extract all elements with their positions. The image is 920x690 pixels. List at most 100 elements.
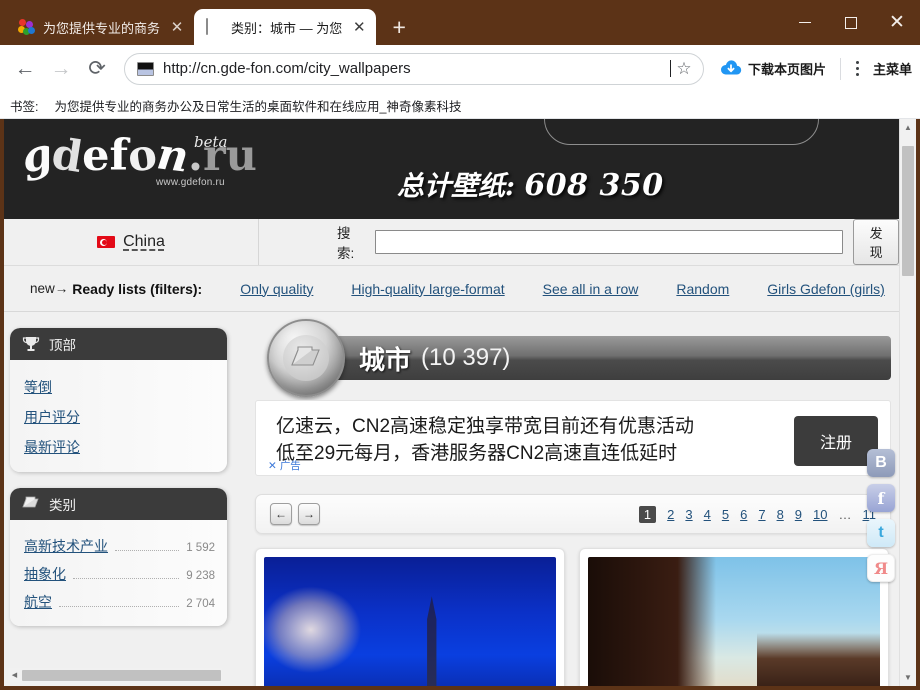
page-link-5[interactable]: 5 xyxy=(722,507,729,522)
folder-orb-icon xyxy=(263,328,349,388)
scroll-down-icon[interactable]: ▼ xyxy=(900,669,916,686)
search-input[interactable] xyxy=(375,230,843,254)
new-tab-button[interactable]: + xyxy=(384,12,414,42)
page-viewport: gdefon.ru beta www.gdefon.ru 总计壁纸: 608 3… xyxy=(0,119,920,690)
ready-lists-label: Ready lists (filters): xyxy=(72,281,202,297)
ad-tag-text: 广告 xyxy=(280,458,301,473)
page-ellipsis: … xyxy=(839,507,852,522)
category-title-bar: 城市 (10 397) xyxy=(255,328,891,388)
bookmark-item[interactable]: 为您提供专业的商务办公及日常生活的桌面软件和在线应用_神奇像素科技 xyxy=(54,96,461,115)
page-link-2[interactable]: 2 xyxy=(667,507,674,522)
facebook-share-icon[interactable]: f xyxy=(867,484,895,512)
forward-icon[interactable]: → xyxy=(44,52,78,86)
web-page: gdefon.ru beta www.gdefon.ru 总计壁纸: 608 3… xyxy=(4,119,899,686)
wallpaper-thumbnail[interactable] xyxy=(264,557,556,686)
browser-tab-2[interactable]: 类别：城市 — 为您 ✕ xyxy=(194,9,376,45)
logo-letter: e xyxy=(82,135,109,178)
scroll-up-icon[interactable]: ▲ xyxy=(900,119,916,136)
header-notch xyxy=(544,119,819,145)
category-row[interactable]: 高新技术产业 1 592 xyxy=(10,532,227,560)
close-window-button[interactable]: ✕ xyxy=(874,0,920,45)
logo-www-label: www.gdefon.ru xyxy=(156,177,225,188)
wallpaper-thumbnail[interactable] xyxy=(588,557,880,686)
page-link-6[interactable]: 6 xyxy=(740,507,747,522)
page-link-4[interactable]: 4 xyxy=(704,507,711,522)
scrollbar-thumb[interactable] xyxy=(22,670,221,681)
ad-line-2: 低至29元每月，香港服务器CN2高速直连低延时 xyxy=(276,441,780,468)
filter-link-girls[interactable]: Girls Gdefon (girls) xyxy=(767,281,884,297)
thumbnail-card[interactable] xyxy=(579,548,889,686)
scrollbar-thumb[interactable] xyxy=(902,146,914,276)
download-images-button[interactable]: 下载本页图片 xyxy=(712,59,834,78)
page-link-8[interactable]: 8 xyxy=(777,507,784,522)
category-count: 1 592 xyxy=(186,542,215,554)
sidebar-horizontal-scrollbar[interactable]: ◀ xyxy=(8,668,222,682)
total-label: 总计壁纸: xyxy=(397,171,515,202)
back-icon[interactable]: ← xyxy=(8,52,42,86)
prev-page-icon[interactable]: ← xyxy=(270,503,292,525)
top-link-user-score[interactable]: 用户评分 xyxy=(10,402,227,432)
top-link-rating[interactable]: 等倒 xyxy=(10,372,227,402)
ad-text: 亿速云，CN2高速稳定独享带宽目前还有优惠活动 低至29元每月，香港服务器CN2… xyxy=(276,414,780,468)
close-icon[interactable]: ✕ xyxy=(166,16,188,38)
filter-link-high-quality[interactable]: High-quality large-format xyxy=(351,281,504,297)
tab-title: 类别：城市 — 为您 xyxy=(231,18,342,37)
page-link-9[interactable]: 9 xyxy=(795,507,802,522)
logo-letter: n xyxy=(154,133,190,179)
close-icon[interactable]: ✕ xyxy=(348,16,370,38)
filter-link-random[interactable]: Random xyxy=(676,281,729,297)
next-page-icon[interactable]: → xyxy=(298,503,320,525)
chrome-menu-icon[interactable] xyxy=(847,61,869,76)
filter-link-only-quality[interactable]: Only quality xyxy=(240,281,313,297)
ready-lists-row: new→ Ready lists (filters): Only quality… xyxy=(4,266,899,312)
trophy-icon xyxy=(22,336,40,352)
page-link-10[interactable]: 10 xyxy=(813,507,827,522)
download-images-label: 下载本页图片 xyxy=(748,59,826,78)
close-icon[interactable]: ✕ xyxy=(268,460,277,472)
tab-strip: 为您提供专业的商务 ✕ 类别：城市 — 为您 ✕ + ✕ xyxy=(0,0,920,45)
search-submit-button[interactable]: 发现 xyxy=(853,219,899,265)
search-label: 搜索: xyxy=(337,222,367,262)
filter-link-see-all[interactable]: See all in a row xyxy=(543,281,639,297)
category-panel-header: 类别 xyxy=(10,488,227,520)
top-panel: 顶部 等倒 用户评分 最新评论 xyxy=(10,328,227,472)
category-name[interactable]: 航空 xyxy=(24,592,52,612)
category-name[interactable]: 高新技术产业 xyxy=(24,536,108,556)
yandex-share-icon[interactable]: Я xyxy=(867,554,895,582)
vk-share-icon[interactable]: B xyxy=(867,449,895,477)
main-menu-label[interactable]: 主菜单 xyxy=(869,59,912,78)
minimize-button[interactable] xyxy=(782,0,828,45)
ad-register-button[interactable]: 注册 xyxy=(794,416,878,466)
page-link-1[interactable]: 1 xyxy=(639,506,656,523)
tab-title: 为您提供专业的商务 xyxy=(43,18,160,37)
country-selector[interactable]: China xyxy=(4,219,259,265)
window-controls: ✕ xyxy=(782,0,920,45)
thumbnail-card[interactable] xyxy=(255,548,565,686)
page-content: 顶部 等倒 用户评分 最新评论 xyxy=(4,312,899,686)
flag-icon xyxy=(97,236,115,248)
page-link-7[interactable]: 7 xyxy=(758,507,765,522)
leader-dots xyxy=(115,550,179,551)
ad-line-1: 亿速云，CN2高速稳定独享带宽目前还有优惠活动 xyxy=(276,414,780,441)
top-panel-title: 顶部 xyxy=(49,334,76,354)
browser-tab-1[interactable]: 为您提供专业的商务 ✕ xyxy=(6,9,194,45)
category-name[interactable]: 抽象化 xyxy=(24,564,66,584)
address-bar[interactable]: http://cn.gde-fon.com/city_wallpapers ☆ xyxy=(124,53,704,85)
category-row[interactable]: 抽象化 9 238 xyxy=(10,560,227,588)
cloud-download-icon xyxy=(720,60,742,77)
browser-window: 为您提供专业的商务 ✕ 类别：城市 — 为您 ✕ + ✕ ← → ⟳ http:… xyxy=(0,0,920,690)
page-vertical-scrollbar[interactable]: ▲ ▼ xyxy=(899,119,916,686)
scrollbar-track[interactable] xyxy=(900,136,916,669)
maximize-button[interactable] xyxy=(828,0,874,45)
advertisement-block[interactable]: 亿速云，CN2高速稳定独享带宽目前还有优惠活动 低至29元每月，香港服务器CN2… xyxy=(255,400,891,476)
bookmark-star-icon[interactable]: ☆ xyxy=(671,59,697,79)
social-share-rail: B f t Я xyxy=(867,449,895,582)
twitter-share-icon[interactable]: t xyxy=(867,519,895,547)
top-link-latest-comments[interactable]: 最新评论 xyxy=(10,432,227,462)
category-title-plate: 城市 (10 397) xyxy=(291,336,891,380)
scroll-left-icon[interactable]: ◀ xyxy=(8,671,21,679)
reload-icon[interactable]: ⟳ xyxy=(80,52,114,86)
main-column: 城市 (10 397) xyxy=(227,328,899,686)
category-row[interactable]: 航空 2 704 xyxy=(10,588,227,616)
page-link-3[interactable]: 3 xyxy=(685,507,692,522)
